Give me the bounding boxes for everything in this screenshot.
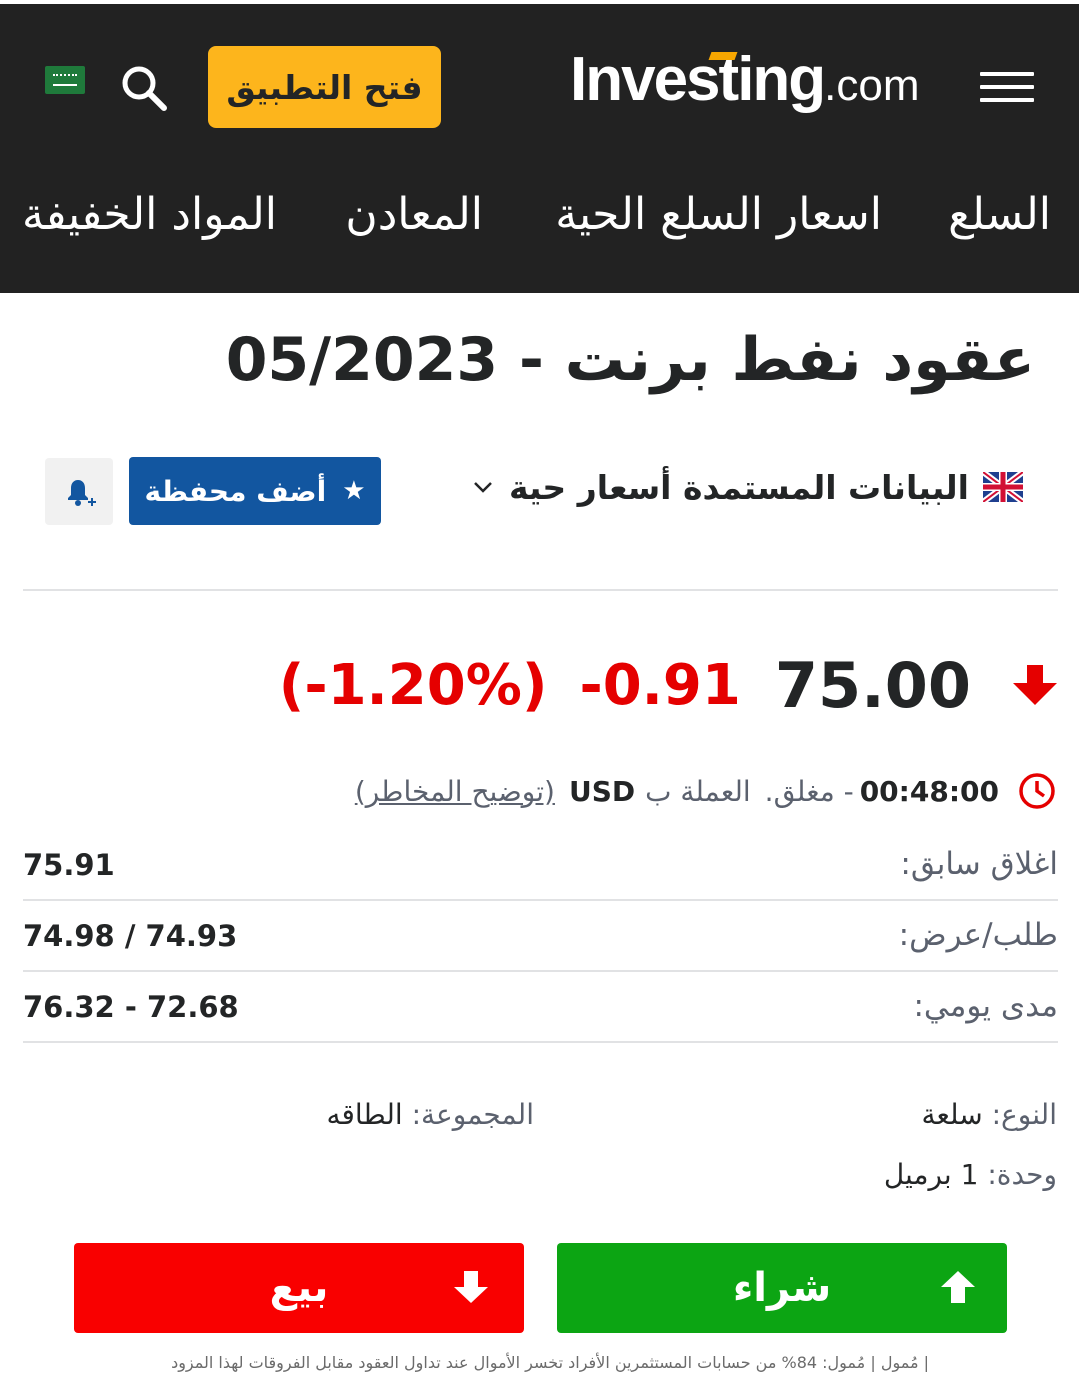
create-alert-button[interactable]: [45, 458, 113, 525]
stat-bid-ask: طلب/عرض: 74.98 / 74.93: [23, 903, 1058, 973]
row-divider: [23, 899, 1058, 901]
price-change: -0.91: [579, 652, 741, 718]
stat-prev-close: اغلاق سابق: 75.91: [23, 832, 1058, 902]
sell-button[interactable]: بيع: [74, 1243, 524, 1333]
arrow-down-icon: [454, 1271, 488, 1303]
risk-disclaimer: | مُمول | مُمول: 84% من حسابات المستثمري…: [171, 1353, 929, 1372]
nav-item-commodities[interactable]: السلع: [948, 189, 1051, 240]
meta-unit: وحدة: 1 برميل: [884, 1158, 1057, 1191]
logo-brand: Investing: [570, 45, 826, 114]
saudi-flag-icon[interactable]: [45, 66, 85, 94]
meta-unit-label: وحدة:: [987, 1158, 1057, 1191]
add-to-watchlist-label: أضف محفظة: [144, 474, 327, 508]
stat-label: مدى يومي:: [913, 988, 1058, 1024]
hamburger-icon: [980, 72, 1034, 76]
search-icon[interactable]: [118, 62, 170, 114]
uk-flag-icon: [983, 472, 1023, 502]
arrow-down-icon: [1013, 665, 1057, 705]
data-source-label: البيانات المستمدة أسعار حية: [508, 467, 969, 507]
site-logo[interactable]: Investing.com: [570, 44, 920, 124]
page-title: عقود نفط برنت - 05/2023: [225, 325, 1035, 395]
section-divider: [23, 589, 1058, 591]
chevron-down-icon: [474, 482, 492, 493]
add-to-watchlist-button[interactable]: ★ أضف محفظة: [129, 457, 381, 525]
category-nav: السلع اسعار السلع الحية المعادن المواد ا…: [0, 189, 1079, 259]
stat-value: 76.32 - 72.68: [23, 990, 239, 1024]
open-app-button[interactable]: فتح التطبيق: [208, 46, 441, 128]
buy-label: شراء: [732, 1265, 832, 1311]
price-change-percent: (-1.20%): [278, 652, 548, 718]
market-status-text: - مغلق.: [764, 774, 854, 808]
meta-group-label: المجموعة:: [411, 1098, 534, 1131]
logo-tld: .com: [824, 61, 920, 110]
stat-label: طلب/عرض:: [898, 917, 1058, 953]
stat-day-range: مدى يومي: 76.32 - 72.68: [23, 974, 1058, 1044]
currency-value: USD: [568, 774, 636, 808]
meta-unit-value: 1 برميل: [883, 1158, 979, 1191]
bell-plus-icon: [68, 479, 96, 506]
risk-disclosure-link[interactable]: (توضيح المخاطر): [355, 775, 555, 808]
site-header: Investing.com فتح التطبيق السلع اسعار ال…: [0, 4, 1079, 293]
meta-type: النوع: سلعة: [921, 1098, 1057, 1131]
stat-value: 74.98 / 74.93: [23, 919, 238, 953]
meta-type-value: سلعة: [921, 1098, 983, 1131]
data-source-dropdown[interactable]: البيانات المستمدة أسعار حية: [471, 462, 1023, 512]
clock-icon: [1019, 773, 1055, 809]
arrow-up-icon: [941, 1271, 975, 1303]
currency-label: العملة ب: [645, 774, 751, 808]
last-price: 75.00: [774, 648, 971, 722]
stat-label: اغلاق سابق:: [900, 846, 1058, 882]
sell-label: بيع: [269, 1265, 329, 1311]
meta-type-label: النوع:: [991, 1098, 1057, 1131]
logo-accent-mark: [708, 52, 738, 60]
quote-time: 00:48:00: [859, 774, 999, 808]
star-icon: ★: [342, 476, 366, 506]
stat-value: 75.91: [23, 848, 115, 882]
meta-group-value: الطاقه: [326, 1098, 403, 1131]
market-status: 00:48:00 - مغلق. العملة ب USD (توضيح الم…: [355, 770, 1057, 812]
row-divider: [23, 970, 1058, 972]
nav-item-softs[interactable]: المواد الخفيفة: [22, 189, 277, 240]
nav-item-live-commodity-prices[interactable]: اسعار السلع الحية: [555, 189, 882, 240]
row-divider: [23, 1041, 1058, 1043]
buy-button[interactable]: شراء: [557, 1243, 1007, 1333]
nav-item-metals[interactable]: المعادن: [345, 189, 483, 240]
price-quote: 75.00 -0.91 (-1.20%): [279, 645, 1059, 725]
hamburger-menu-button[interactable]: [980, 72, 1034, 104]
meta-group: المجموعة: الطاقه: [326, 1098, 534, 1131]
